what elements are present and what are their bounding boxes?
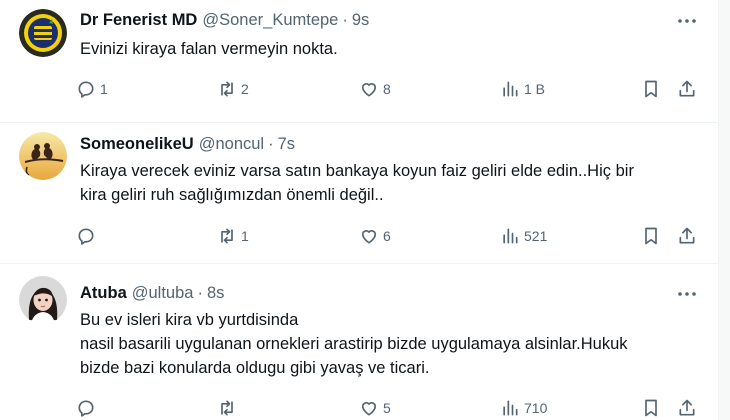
bookmark-button[interactable]: [641, 224, 661, 248]
more-options-icon[interactable]: [676, 283, 698, 305]
like-count: 6: [383, 228, 391, 244]
tweet[interactable]: Atuba @ultuba · 8s Bu ev isleri kira vb …: [0, 264, 718, 420]
views-button[interactable]: 521: [500, 224, 547, 248]
tweet-actions: 5 710: [76, 396, 706, 420]
separator-dot: ·: [197, 283, 203, 302]
birds-on-branch-icon: [19, 132, 67, 180]
tweet[interactable]: Dr Fenerist MD @Soner_Kumtepe · 9s Evini…: [0, 0, 718, 123]
view-count: 710: [524, 400, 548, 416]
tweet[interactable]: SomeonelikeU @noncul · 7s Kiraya verecek…: [0, 123, 718, 264]
tweet-actions: 1 2 8 1 B: [76, 77, 706, 101]
reply-icon: [78, 400, 94, 417]
tweet-header: Atuba @ultuba · 8s: [80, 282, 224, 304]
heart-icon: [361, 83, 377, 97]
retweet-icon: [221, 400, 233, 416]
like-count: 5: [383, 400, 391, 416]
tweet-actions: 1 6 521: [76, 224, 706, 248]
tweet-header: SomeonelikeU @noncul · 7s: [80, 133, 295, 155]
retweet-icon: [221, 81, 233, 97]
tweet-text: Kiraya verecek eviniz varsa satın bankay…: [80, 159, 710, 207]
reply-button[interactable]: [76, 224, 100, 248]
tweet-header: Dr Fenerist MD @Soner_Kumtepe · 9s: [80, 9, 369, 31]
timestamp[interactable]: 9s: [352, 11, 369, 30]
tweet-text-line: Bu ev isleri kira vb yurtdisinda: [80, 311, 299, 329]
tweet-text-line: bizde bazi konularda oldugu gibi yavaş v…: [80, 359, 430, 377]
bookmark-button[interactable]: [641, 77, 661, 101]
share-button[interactable]: [677, 396, 697, 420]
analytics-icon: [503, 81, 518, 97]
display-name[interactable]: SomeonelikeU: [80, 135, 194, 154]
retweet-button[interactable]: [217, 396, 241, 420]
tweet-text: Bu ev isleri kira vb yurtdisinda nasil b…: [80, 308, 710, 380]
analytics-icon: [503, 228, 518, 244]
tweet-text: Evinizi kiraya falan vermeyin nokta.: [80, 37, 710, 61]
bookmark-icon: [645, 399, 657, 417]
avatar[interactable]: [19, 9, 67, 57]
view-count: 1 B: [524, 81, 546, 97]
views-button[interactable]: 1 B: [500, 77, 545, 101]
scrollbar[interactable]: [718, 0, 730, 420]
like-count: 8: [383, 81, 391, 97]
more-options-icon[interactable]: [676, 10, 698, 32]
retweet-count: 2: [241, 81, 249, 97]
analytics-icon: [503, 400, 518, 416]
retweet-button[interactable]: 2: [217, 77, 249, 101]
reply-count: 1: [100, 81, 108, 97]
tweet-feed: Dr Fenerist MD @Soner_Kumtepe · 9s Evini…: [0, 0, 718, 420]
tweet-text-line: Kiraya verecek eviniz varsa satın bankay…: [80, 162, 634, 180]
tweet-text-line: nasil basarili uygulanan ornekleri arast…: [80, 335, 628, 353]
user-handle[interactable]: @ultuba: [132, 284, 194, 303]
tweet-text-line: Evinizi kiraya falan vermeyin nokta.: [80, 40, 338, 58]
view-count: 521: [524, 228, 548, 244]
like-button[interactable]: 8: [359, 77, 391, 101]
reply-icon: [78, 81, 94, 98]
bookmark-button[interactable]: [641, 396, 661, 420]
share-icon: [679, 227, 695, 244]
reply-button[interactable]: 1: [76, 77, 108, 101]
display-name[interactable]: Atuba: [80, 284, 127, 303]
like-button[interactable]: 5: [359, 396, 391, 420]
timestamp[interactable]: 7s: [278, 135, 295, 154]
display-name[interactable]: Dr Fenerist MD: [80, 11, 197, 30]
avatar[interactable]: [19, 132, 67, 180]
retweet-button[interactable]: 1: [217, 224, 249, 248]
reply-icon: [78, 228, 94, 245]
share-icon: [679, 80, 695, 97]
tweet-text-line: kira geliri ruh sağlığımızdan önemli değ…: [80, 186, 384, 204]
bookmark-icon: [645, 80, 657, 98]
woman-portrait-icon: [19, 276, 67, 324]
separator-dot: ·: [342, 10, 348, 29]
timestamp[interactable]: 8s: [207, 284, 224, 303]
fenerbahce-logo-icon: [19, 9, 67, 57]
share-button[interactable]: [677, 77, 697, 101]
user-handle[interactable]: @noncul: [199, 135, 264, 154]
views-button[interactable]: 710: [500, 396, 547, 420]
user-handle[interactable]: @Soner_Kumtepe: [202, 11, 338, 30]
retweet-count: 1: [241, 228, 249, 244]
avatar[interactable]: [19, 276, 67, 324]
heart-icon: [361, 402, 377, 416]
share-icon: [679, 399, 695, 416]
like-button[interactable]: 6: [359, 224, 391, 248]
bookmark-icon: [645, 227, 657, 245]
heart-icon: [361, 230, 377, 244]
share-button[interactable]: [677, 224, 697, 248]
retweet-icon: [221, 228, 233, 244]
reply-button[interactable]: [76, 396, 100, 420]
separator-dot: ·: [268, 134, 274, 153]
